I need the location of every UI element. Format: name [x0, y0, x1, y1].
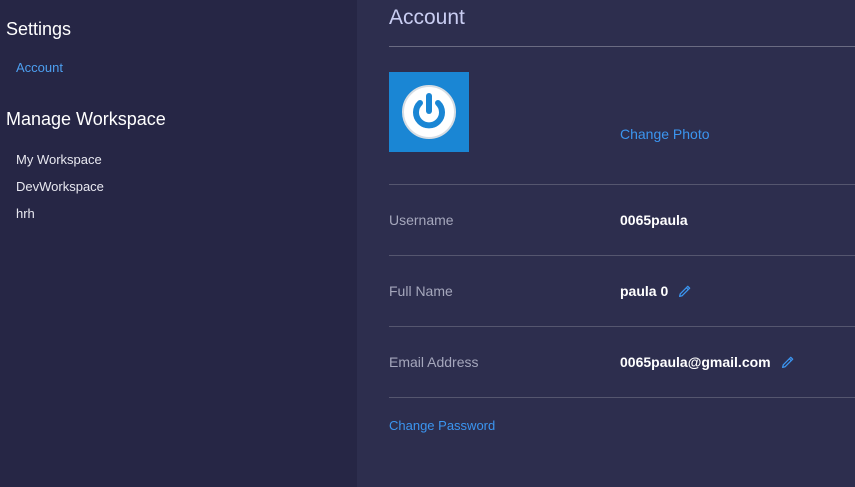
- row-divider: [389, 326, 855, 327]
- account-panel: Account Change Photo Username 0065paula …: [357, 0, 855, 487]
- settings-nav: Account: [6, 54, 357, 81]
- manage-workspace-heading: Manage Workspace: [6, 109, 166, 129]
- full-name-label: Full Name: [389, 283, 453, 299]
- sidebar: Settings Account Manage Workspace My Wor…: [0, 0, 357, 487]
- sidebar-item-hrh[interactable]: hrh: [6, 200, 357, 227]
- row-divider: [389, 255, 855, 256]
- sidebar-item-devworkspace[interactable]: DevWorkspace: [6, 173, 357, 200]
- row-divider: [389, 397, 855, 398]
- sidebar-item-my-workspace[interactable]: My Workspace: [6, 146, 357, 173]
- change-photo-link[interactable]: Change Photo: [620, 126, 710, 142]
- pencil-icon[interactable]: [677, 284, 692, 299]
- email-value: 0065paula@gmail.com: [620, 354, 771, 370]
- settings-heading: Settings: [6, 19, 72, 39]
- power-icon: [402, 85, 456, 139]
- full-name-row: paula 0: [620, 283, 692, 299]
- email-row: 0065paula@gmail.com: [620, 354, 795, 370]
- avatar: [389, 72, 469, 152]
- username-value: 0065paula: [620, 212, 688, 228]
- username-label: Username: [389, 212, 454, 228]
- sidebar-item-account[interactable]: Account: [6, 54, 357, 81]
- row-divider: [389, 184, 855, 185]
- pencil-icon[interactable]: [780, 355, 795, 370]
- full-name-value: paula 0: [620, 283, 669, 299]
- email-label: Email Address: [389, 354, 479, 370]
- page-title: Account: [389, 6, 465, 29]
- change-password-link[interactable]: Change Password: [389, 418, 495, 433]
- workspace-nav: My Workspace DevWorkspace hrh: [6, 146, 357, 227]
- title-divider: [389, 46, 855, 47]
